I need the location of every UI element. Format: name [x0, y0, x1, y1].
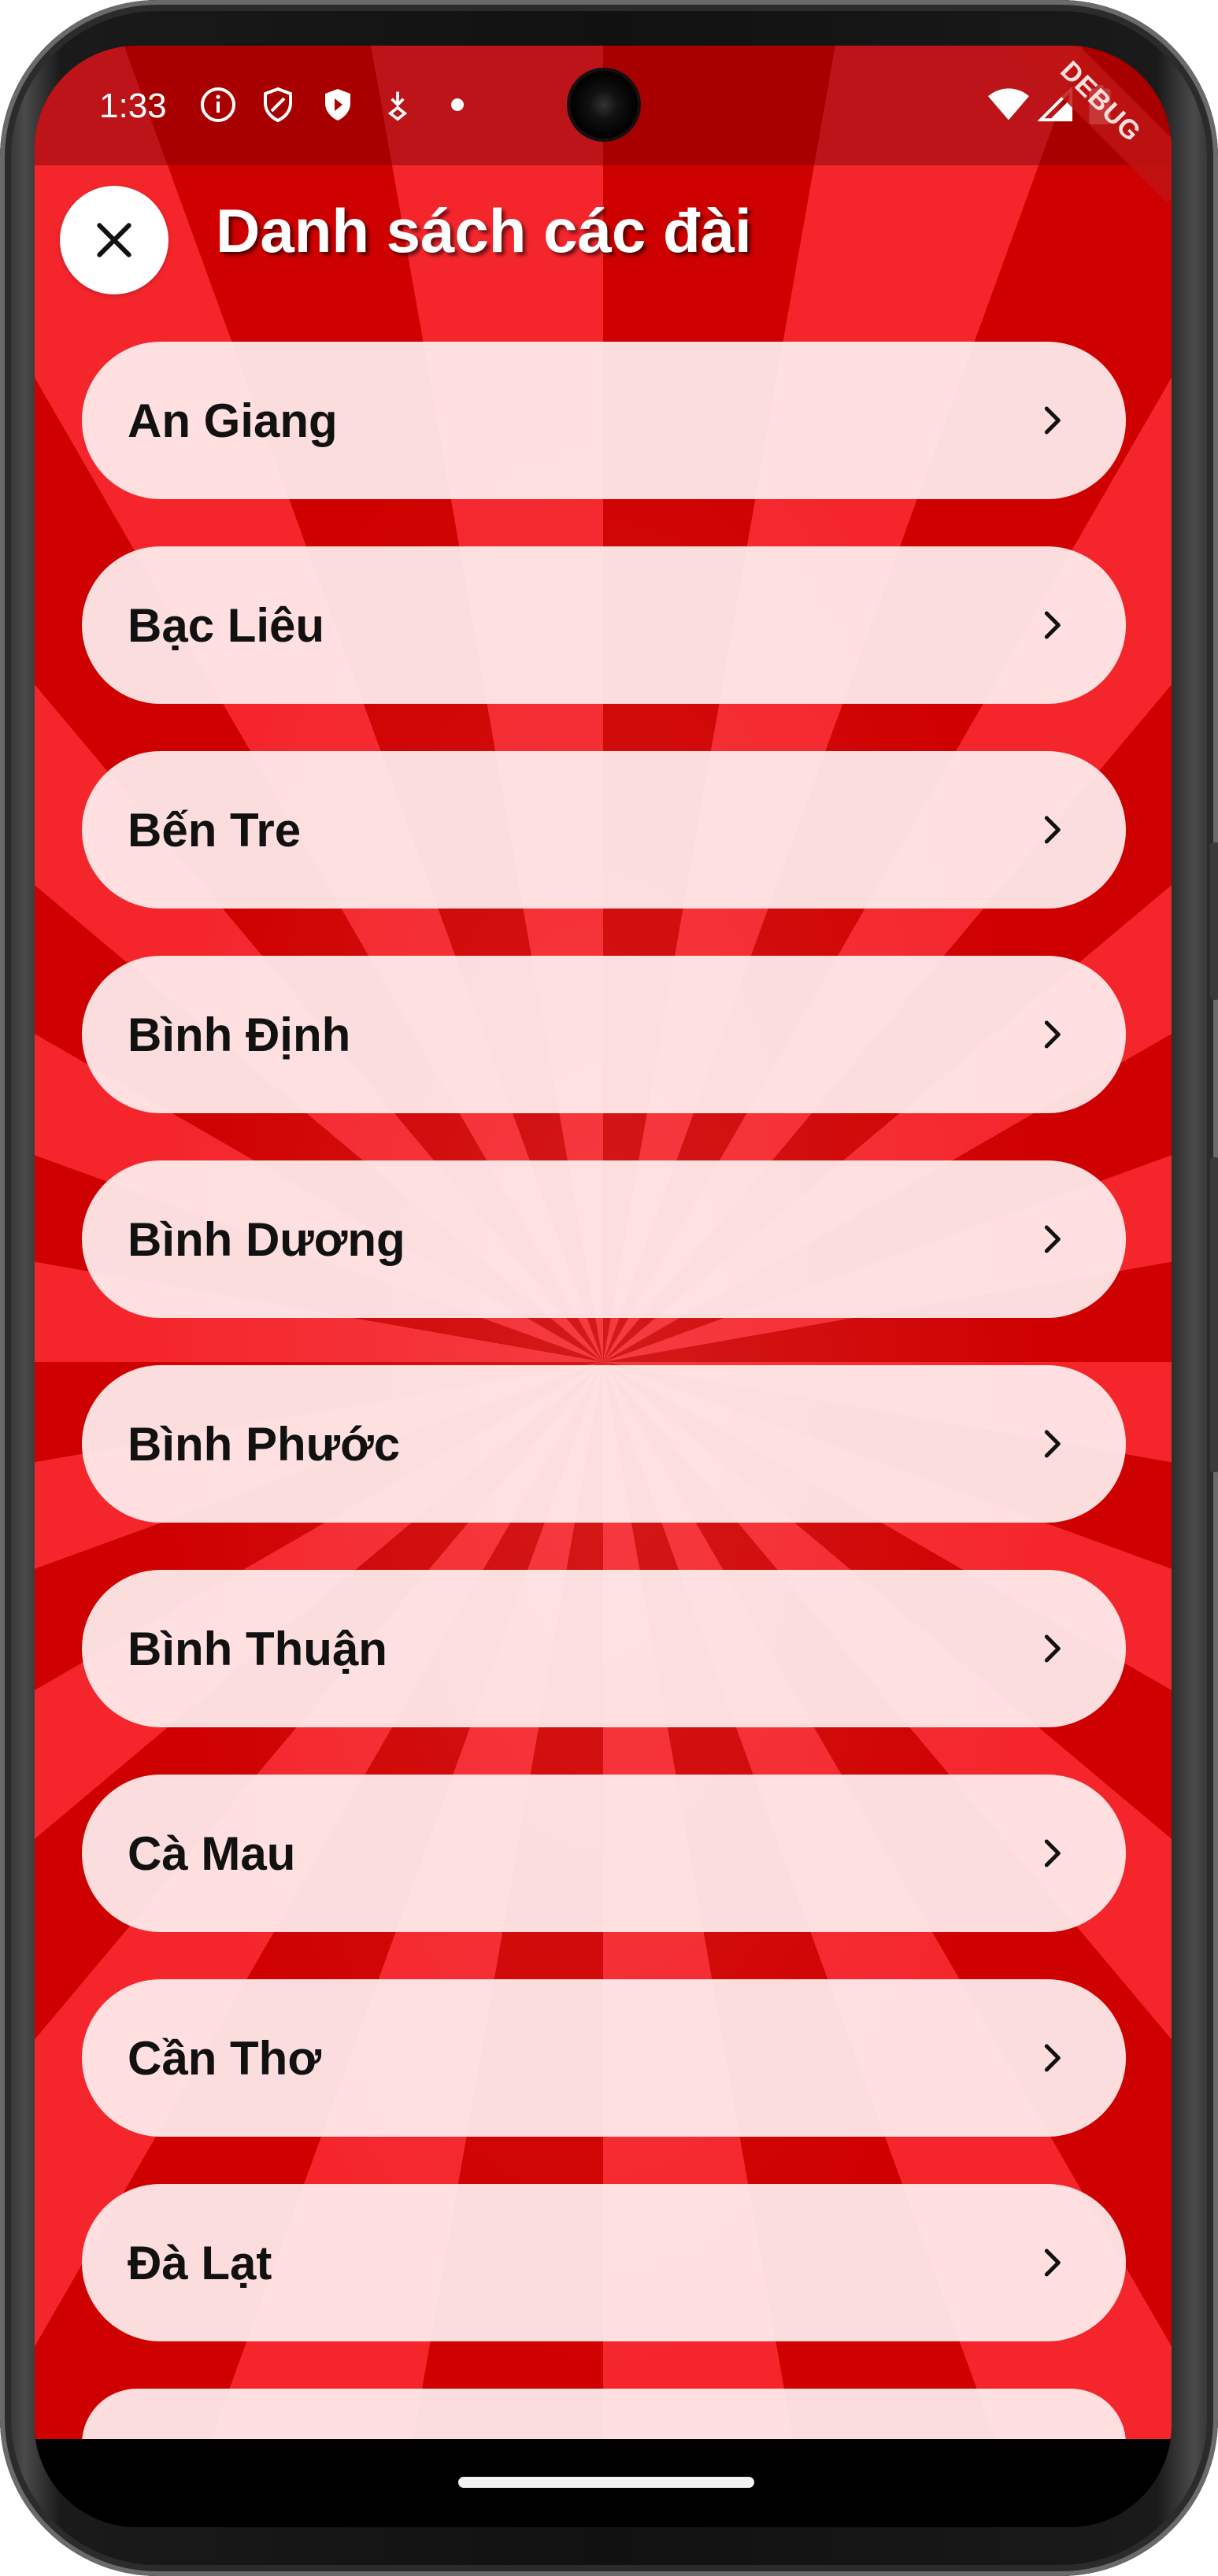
- station-list: An Giang Bạc Liêu Bến Tre Bình Định Bình Dươ…: [82, 342, 1126, 2499]
- chevron-right-icon: [1033, 1016, 1071, 1053]
- station-label: Bình Thuận: [128, 1622, 387, 1675]
- station-list-item[interactable]: Bình Phước: [82, 1365, 1126, 1523]
- chevron-right-icon: [1033, 606, 1071, 644]
- screen: 1:33 DEBUG Danh sách các đài An Giang Bạ…: [35, 46, 1172, 2527]
- station-label: Cà Mau: [128, 1827, 296, 1880]
- volume-button: [1210, 1157, 1218, 1472]
- chevron-right-icon: [1033, 2244, 1071, 2282]
- chevron-right-icon: [1033, 1630, 1071, 1667]
- navigation-bar: [35, 2439, 1172, 2527]
- station-label: Bến Tre: [128, 803, 302, 857]
- station-label: Bình Định: [128, 1008, 351, 1061]
- dot-icon: [436, 83, 479, 126]
- chevron-right-icon: [1033, 1220, 1071, 1258]
- shield-filled-icon: [317, 83, 359, 126]
- download-icon: [376, 83, 419, 126]
- station-list-item[interactable]: Bến Tre: [82, 751, 1126, 909]
- chevron-right-icon: [1033, 1834, 1071, 1872]
- close-icon: [97, 223, 131, 257]
- chevron-right-icon: [1033, 402, 1071, 439]
- station-label: Bạc Liêu: [128, 598, 325, 652]
- station-label: An Giang: [128, 394, 338, 447]
- close-button[interactable]: [60, 186, 168, 294]
- station-label: Đà Lạt: [128, 2236, 272, 2289]
- station-list-item[interactable]: Bình Định: [82, 956, 1126, 1113]
- station-list-item[interactable]: Bình Dương: [82, 1160, 1126, 1318]
- front-camera: [570, 71, 638, 139]
- station-list-item[interactable]: Đà Lạt: [82, 2184, 1126, 2341]
- station-list-item[interactable]: Bình Thuận: [82, 1570, 1126, 1727]
- home-gesture-handle[interactable]: [458, 2477, 754, 2488]
- station-list-item[interactable]: Cà Mau: [82, 1775, 1126, 1932]
- station-list-item[interactable]: Bạc Liêu: [82, 546, 1126, 704]
- wifi-icon: [987, 83, 1030, 126]
- power-button: [1210, 842, 1218, 1000]
- station-label: Cần Thơ: [128, 2031, 321, 2085]
- chevron-right-icon: [1033, 811, 1071, 849]
- chevron-right-icon: [1033, 1425, 1071, 1463]
- station-label: Bình Dương: [128, 1212, 405, 1266]
- info-icon: [197, 83, 239, 126]
- station-list-item[interactable]: Cần Thơ: [82, 1979, 1126, 2137]
- station-list-item[interactable]: An Giang: [82, 342, 1126, 499]
- phone-frame: 1:33 DEBUG Danh sách các đài An Giang Bạ…: [0, 0, 1218, 2576]
- shield-icon: [257, 83, 299, 126]
- chevron-right-icon: [1033, 2039, 1071, 2077]
- status-time: 1:33: [99, 87, 167, 125]
- status-bar: 1:33 DEBUG: [35, 46, 1172, 202]
- page-title: Danh sách các đài: [216, 196, 752, 265]
- station-label: Bình Phước: [128, 1417, 401, 1471]
